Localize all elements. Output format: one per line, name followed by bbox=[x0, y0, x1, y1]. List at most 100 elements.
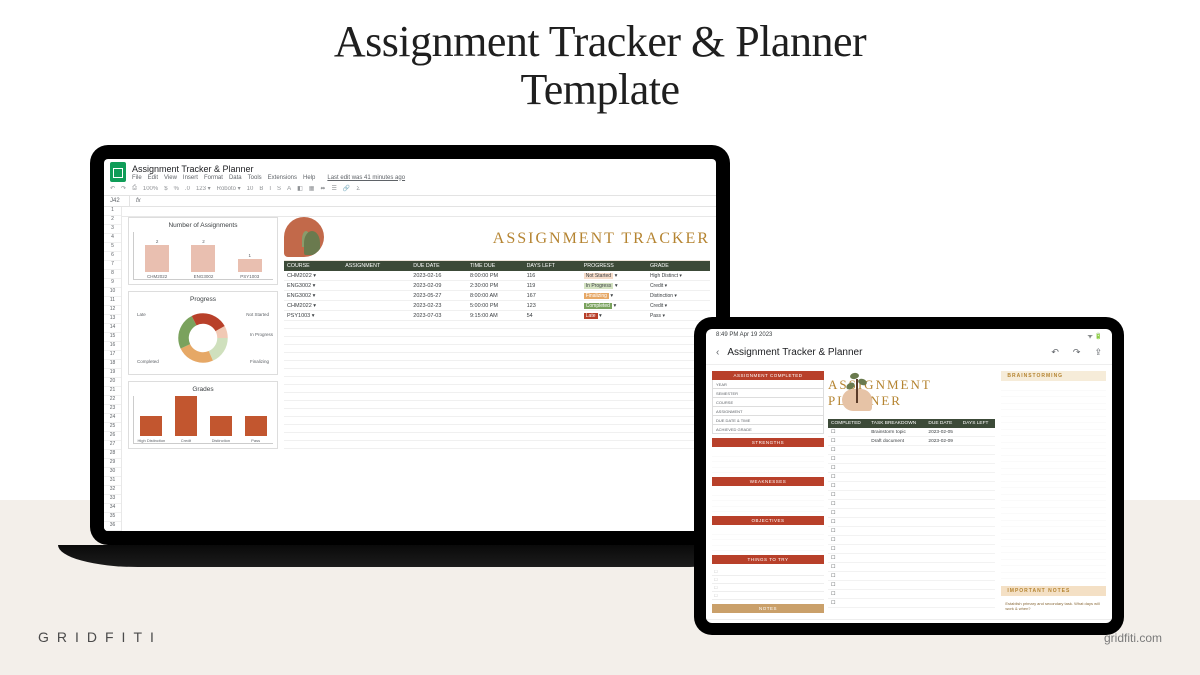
strikethrough-icon[interactable]: S bbox=[277, 186, 281, 192]
table-row[interactable]: PSY1003 ▾2023-07-039:15:00 AM54Late ▾Pas… bbox=[284, 311, 710, 321]
italic-icon[interactable]: I bbox=[269, 186, 271, 192]
menu-file[interactable]: File bbox=[132, 175, 142, 181]
side-row-due[interactable]: DUE DATE & TIME bbox=[712, 416, 824, 425]
tab-assignment-tr[interactable]: Assignment Tr bbox=[766, 622, 835, 624]
laptop-device: Assignment Tracker & Planner File Edit V… bbox=[90, 145, 730, 575]
notes-text: Establish primary and secondary task. Wh… bbox=[1001, 599, 1106, 613]
legend-finalizing: Finalizing bbox=[250, 359, 269, 364]
sheets-document-title[interactable]: Assignment Tracker & Planner bbox=[132, 164, 405, 174]
zoom-value[interactable]: 100% bbox=[143, 186, 158, 192]
menu-edit[interactable]: Edit bbox=[148, 175, 158, 181]
chart-progress[interactable]: Progress Not Started In Progress Finaliz… bbox=[128, 291, 278, 375]
tracker-banner: ASSIGNMENT TRACKER bbox=[284, 217, 710, 261]
menu-data[interactable]: Data bbox=[229, 175, 242, 181]
format-number-dropdown[interactable]: 123 ▾ bbox=[196, 185, 211, 192]
side-row-assignment[interactable]: ASSIGNMENT bbox=[712, 407, 824, 416]
weaknesses-area[interactable] bbox=[712, 490, 824, 512]
text-color-icon[interactable]: A bbox=[287, 186, 291, 192]
name-box[interactable]: J42 bbox=[104, 196, 130, 206]
font-size-value[interactable]: 10 bbox=[247, 186, 254, 192]
bold-icon[interactable]: B bbox=[259, 186, 263, 192]
redo-icon[interactable]: ↷ bbox=[1073, 347, 1081, 358]
percent-icon[interactable]: % bbox=[174, 186, 179, 192]
menu-insert[interactable]: Insert bbox=[183, 175, 198, 181]
align-icon[interactable]: ☰ bbox=[331, 185, 336, 192]
sheets-header: Assignment Tracker & Planner File Edit V… bbox=[104, 159, 716, 182]
fill-color-icon[interactable]: ◧ bbox=[297, 185, 303, 192]
currency-icon[interactable]: $ bbox=[164, 186, 167, 192]
section-notes: NOTES bbox=[712, 604, 824, 613]
side-row-grade[interactable]: ACHIEVED GRADE bbox=[712, 425, 824, 434]
notes-header: IMPORTANT NOTES bbox=[1001, 586, 1106, 596]
page-title: Assignment Tracker & Planner Template bbox=[0, 18, 1200, 115]
tracker-area: ASSIGNMENT TRACKER COURSEASSIGNMENTDUE D… bbox=[284, 213, 710, 525]
sheet-main-area[interactable]: Number of Assignments 2CHM20222ENG30021P… bbox=[122, 207, 716, 531]
sheets-menu-bar: File Edit View Insert Format Data Tools … bbox=[132, 175, 405, 181]
brainstorm-area[interactable] bbox=[1001, 384, 1106, 580]
google-sheets-icon[interactable] bbox=[110, 162, 126, 182]
plant-logo-icon bbox=[284, 217, 324, 257]
table-row[interactable]: ENG3002 ▾2023-05-278:00:00 AM167Finalizi… bbox=[284, 291, 710, 301]
brainstorming-box[interactable]: BRAINSTORMING bbox=[1001, 371, 1106, 580]
legend-notstarted: Not Started bbox=[246, 312, 269, 317]
menu-extensions[interactable]: Extensions bbox=[268, 175, 297, 181]
sheets-title-wrap: Assignment Tracker & Planner File Edit V… bbox=[132, 164, 405, 181]
section-weaknesses: WEAKNESSES bbox=[712, 477, 824, 486]
back-button-icon[interactable]: ‹ bbox=[716, 347, 719, 358]
tablet-body[interactable]: ASSIGNMENT COMPLETED YEAR SEMESTER COURS… bbox=[706, 365, 1112, 619]
section-things: THINGS TO TRY bbox=[712, 555, 824, 564]
tab-bonus-daily[interactable]: BONUS: Daily bbox=[927, 622, 995, 624]
menu-format[interactable]: Format bbox=[204, 175, 223, 181]
functions-icon[interactable]: Σ bbox=[356, 186, 360, 192]
tablet-sheets-ui: 8:49 PM Apr 19 2023 ᯤ 🔋 ‹ Assignment Tra… bbox=[706, 329, 1112, 623]
completed-header: ASSIGNMENT COMPLETED bbox=[712, 371, 824, 380]
status-icons: ᯤ 🔋 bbox=[1087, 332, 1102, 340]
last-edit-link[interactable]: Last edit was 41 minutes ago bbox=[327, 175, 405, 181]
table-row[interactable]: CHM2022 ▾2023-02-168:00:00 PM116Not Star… bbox=[284, 271, 710, 281]
table-row[interactable]: ENG3002 ▾2023-02-092:30:00 PM119In Progr… bbox=[284, 281, 710, 291]
charts-column: Number of Assignments 2CHM20222ENG30021P… bbox=[128, 213, 278, 525]
undo-icon[interactable]: ↶ bbox=[110, 185, 115, 192]
planner-right: BRAINSTORMING IMPORTANT NOTES Establish … bbox=[1001, 371, 1106, 613]
menu-help[interactable]: Help bbox=[303, 175, 315, 181]
important-notes-box[interactable]: IMPORTANT NOTES Establish primary and se… bbox=[1001, 586, 1106, 613]
tracker-table[interactable]: COURSEASSIGNMENTDUE DATETIME DUEDAYS LEF… bbox=[284, 261, 710, 449]
tab-instructions[interactable]: Instructions bbox=[706, 622, 766, 624]
tablet-header: ‹ Assignment Tracker & Planner ↶ ↷ ⇪ bbox=[706, 343, 1112, 365]
planner-table[interactable]: COMPLETEDTASK BREAKDOWNDUE DATEDAYS LEFT… bbox=[828, 419, 995, 608]
borders-icon[interactable]: ▦ bbox=[309, 185, 315, 192]
side-row-year[interactable]: YEAR bbox=[712, 380, 824, 389]
sheets-body: 1234567891011121314151617181920212223242… bbox=[104, 207, 716, 531]
decimal-decrease-icon[interactable]: .0 bbox=[185, 186, 190, 192]
undo-icon[interactable]: ↶ bbox=[1051, 347, 1059, 358]
table-row[interactable]: CHM2022 ▾2023-02-235:00:00 PM123Complete… bbox=[284, 301, 710, 311]
status-bar: 8:49 PM Apr 19 2023 ᯤ 🔋 bbox=[706, 329, 1112, 343]
chart-title-3: Grades bbox=[133, 386, 273, 393]
insert-link-icon[interactable]: 🔗 bbox=[343, 185, 350, 192]
things-checklist[interactable] bbox=[712, 568, 824, 600]
table-row[interactable]: Draft document2023-02-09 bbox=[828, 437, 995, 446]
title-line-2: Template bbox=[520, 65, 679, 114]
bar-chart-1: 2CHM20222ENG30021PSY1003 bbox=[133, 232, 273, 280]
redo-icon[interactable]: ↷ bbox=[121, 185, 126, 192]
tab-assignment-planner[interactable]: Assignment Planner ▾ bbox=[835, 620, 927, 623]
objectives-area[interactable] bbox=[712, 529, 824, 551]
side-row-course[interactable]: COURSE bbox=[712, 398, 824, 407]
font-dropdown[interactable]: Roboto ▾ bbox=[217, 185, 241, 192]
legend-completed: Completed bbox=[137, 359, 159, 364]
brand-url: gridfiti.com bbox=[1104, 631, 1162, 645]
menu-tools[interactable]: Tools bbox=[248, 175, 262, 181]
chart-number-assignments[interactable]: Number of Assignments 2CHM20222ENG30021P… bbox=[128, 217, 278, 285]
side-row-semester[interactable]: SEMESTER bbox=[712, 389, 824, 398]
donut-chart: Not Started In Progress Finalizing Compl… bbox=[133, 306, 273, 370]
strengths-area[interactable] bbox=[712, 451, 824, 473]
chart-grades[interactable]: Grades High DistinctionCreditDistinction… bbox=[128, 381, 278, 449]
brainstorm-header: BRAINSTORMING bbox=[1001, 371, 1106, 381]
print-icon[interactable]: ⎙ bbox=[132, 185, 137, 192]
google-sheets-ui: Assignment Tracker & Planner File Edit V… bbox=[104, 159, 716, 531]
table-row[interactable]: Brainstorm topic2023-02-05 bbox=[828, 428, 995, 437]
menu-view[interactable]: View bbox=[164, 175, 177, 181]
share-icon[interactable]: ⇪ bbox=[1094, 347, 1102, 358]
merge-icon[interactable]: ⬌ bbox=[320, 185, 325, 192]
tablet-document-title[interactable]: Assignment Tracker & Planner bbox=[727, 347, 1037, 358]
